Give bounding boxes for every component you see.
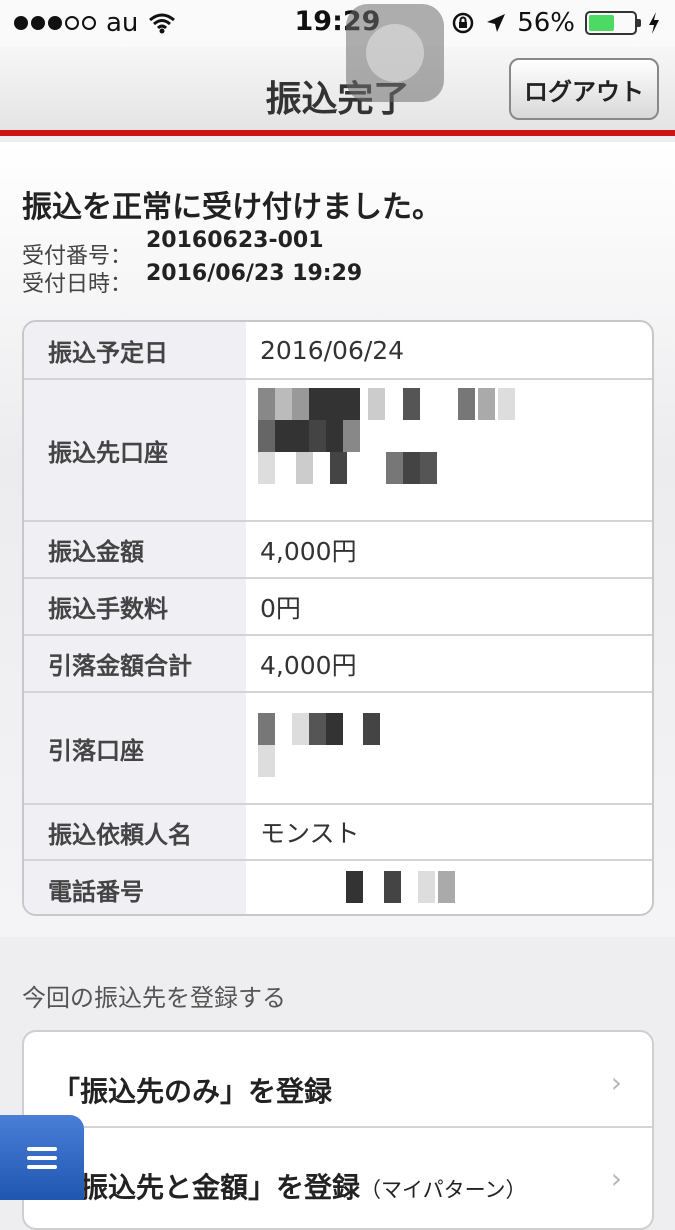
detail-label: 振込依頼人名: [24, 805, 246, 859]
battery-fill: [589, 15, 614, 31]
detail-label: 振込予定日: [24, 322, 246, 378]
detail-row-destination-account: 振込先口座: [24, 380, 652, 522]
detail-label: 振込先口座: [24, 380, 246, 520]
detail-row-phone-number: 電話番号: [24, 861, 652, 914]
detail-label: 振込金額: [24, 522, 246, 577]
receipt-number-value: 20160623-001: [146, 228, 324, 253]
completion-message: 振込を正常に受け付けました。: [22, 190, 442, 225]
detail-row-transfer-fee: 振込手数料 0円: [24, 579, 652, 636]
detail-value: 4,000円: [260, 536, 357, 566]
location-arrow-icon: [487, 14, 506, 32]
register-option-label: 「振込先のみ」を登録: [52, 1075, 333, 1108]
detail-value-redacted: [246, 380, 652, 520]
assistive-touch-button[interactable]: [346, 4, 444, 102]
detail-row-total-debit: 引落金額合計 4,000円: [24, 636, 652, 693]
register-options-list: 「振込先のみ」を登録 › 「振込先と金額」を登録（マイパターン） ›: [22, 1030, 654, 1230]
completion-panel: 振込を正常に受け付けました。 受付番号： 20160623-001 受付日時： …: [0, 142, 675, 937]
register-option-label: 「振込先と金額」を登録（マイパターン）: [52, 1171, 527, 1204]
register-payee-only-button[interactable]: 「振込先のみ」を登録 ›: [24, 1032, 652, 1128]
detail-label: 引落口座: [24, 693, 246, 803]
status-bar: au 19:29 56%: [0, 0, 675, 46]
detail-value-redacted: [246, 693, 652, 803]
detail-value: 0円: [260, 593, 301, 623]
detail-label: 電話番号: [24, 861, 246, 914]
receipt-datetime-value: 2016/06/23 19:29: [146, 261, 363, 286]
battery-percent: 56%: [517, 8, 575, 38]
receipt-datetime-label: 受付日時：: [22, 272, 133, 297]
nav-bar: 振込完了 ログアウト: [0, 46, 675, 136]
detail-label: 引落金額合計: [24, 636, 246, 691]
detail-value: モンスト: [260, 819, 360, 848]
detail-row-transfer-amount: 振込金額 4,000円: [24, 522, 652, 579]
detail-label: 振込手数料: [24, 579, 246, 634]
detail-value: 4,000円: [260, 650, 357, 680]
status-right: 56%: [451, 8, 661, 38]
logout-button[interactable]: ログアウト: [509, 58, 659, 120]
detail-value: 2016/06/24: [260, 335, 405, 365]
hamburger-menu-icon: [27, 1146, 57, 1169]
receipt-datetime: 受付日時： 2016/06/23 19:29: [22, 261, 362, 298]
detail-row-transfer-date: 振込予定日 2016/06/24: [24, 322, 652, 380]
chevron-right-icon: ›: [610, 1066, 622, 1099]
battery-icon: [585, 11, 641, 35]
assistive-touch-icon: [366, 24, 424, 82]
detail-value-redacted: [246, 861, 652, 914]
detail-row-debit-account: 引落口座: [24, 693, 652, 805]
register-section-heading: 今回の振込先を登録する: [22, 984, 286, 1012]
transfer-details-table: 振込予定日 2016/06/24 振込先口座 振込金額 4,000円 振込手数料…: [22, 320, 654, 916]
rotation-lock-icon: [452, 12, 474, 34]
detail-row-requester-name: 振込依頼人名 モンスト: [24, 805, 652, 861]
charging-bolt-icon: [649, 12, 659, 34]
register-payee-and-amount-button[interactable]: 「振込先と金額」を登録（マイパターン） ›: [24, 1128, 652, 1224]
menu-button[interactable]: [0, 1115, 84, 1200]
chevron-right-icon: ›: [610, 1162, 622, 1195]
